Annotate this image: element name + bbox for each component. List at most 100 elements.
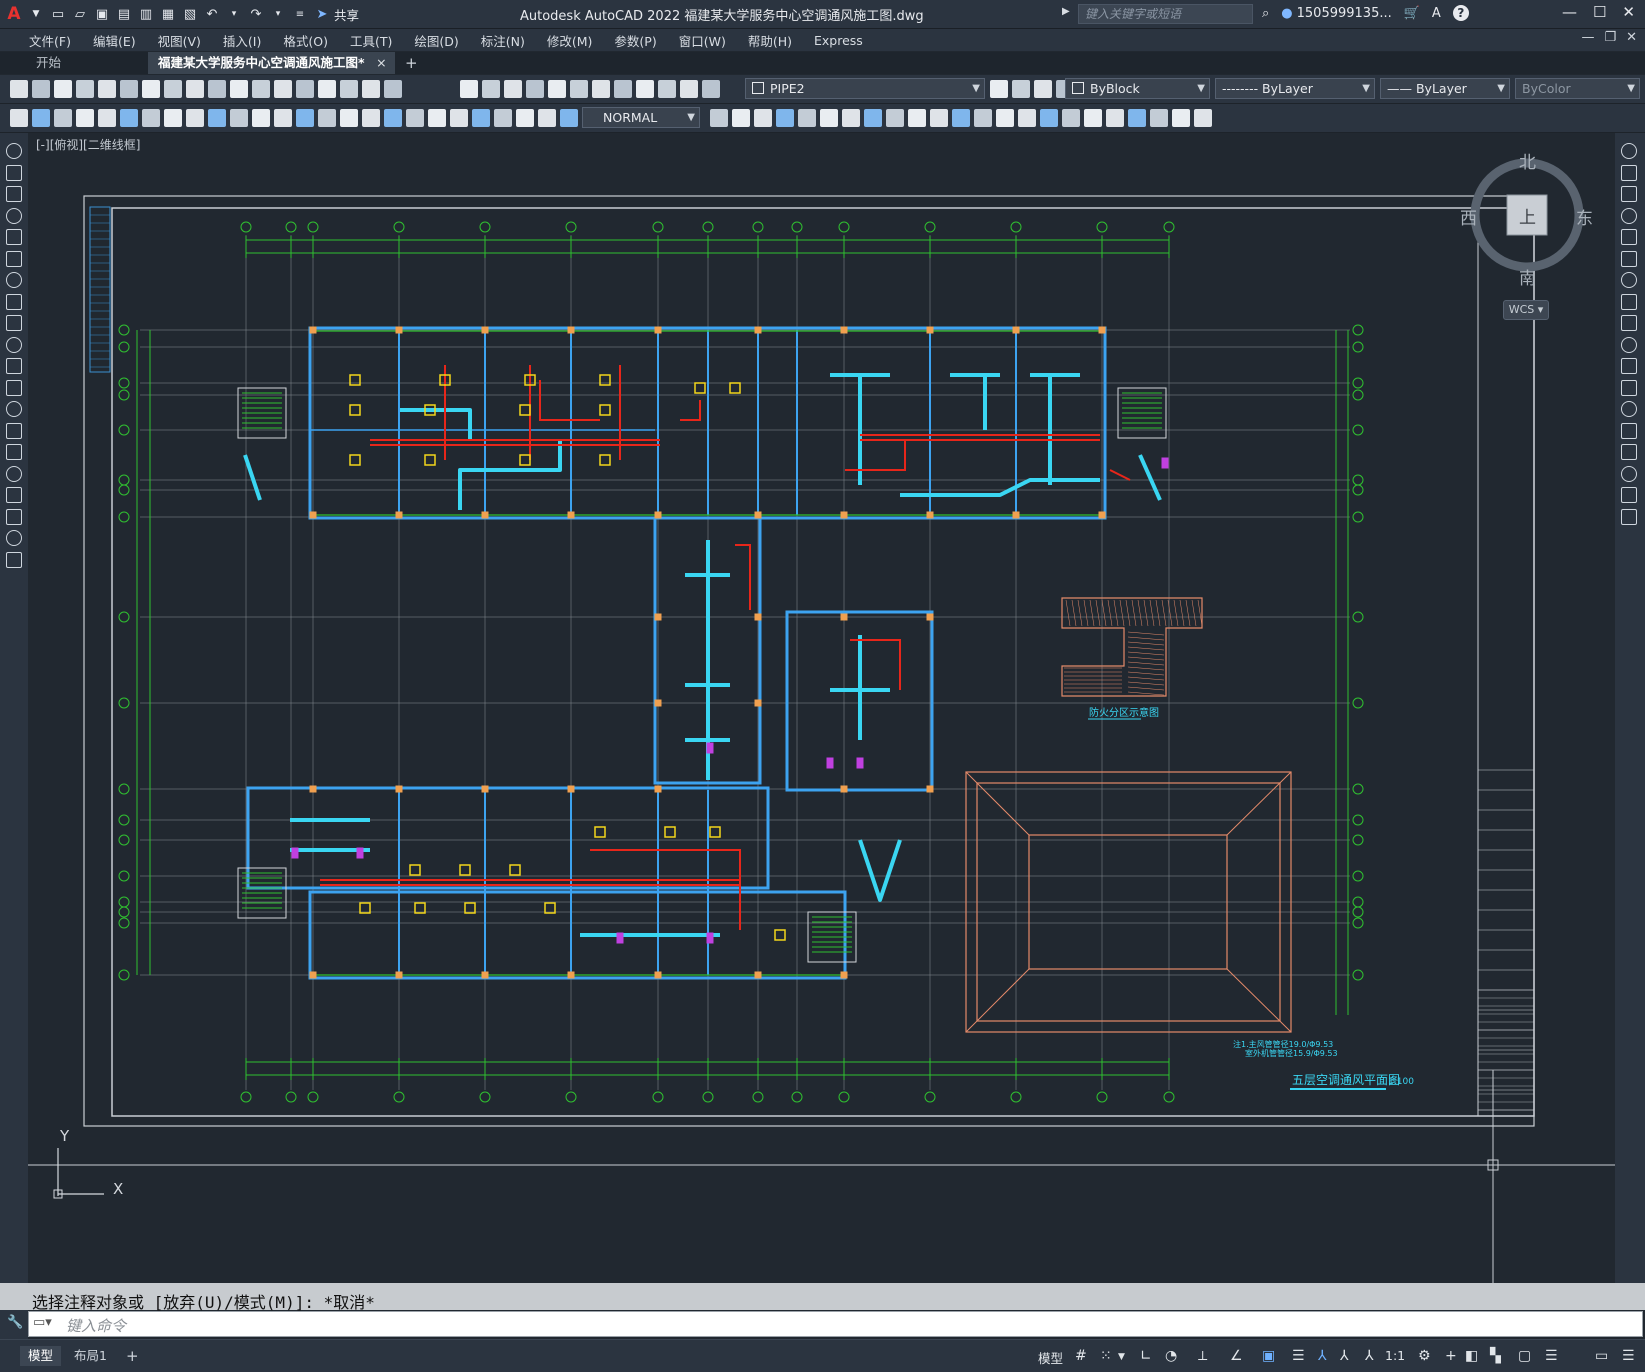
palette-tool-icon[interactable] bbox=[6, 336, 22, 353]
grid-icon[interactable]: # bbox=[1075, 1348, 1087, 1364]
compass-west[interactable]: 西 bbox=[1460, 204, 1477, 229]
toolbar-tool-icon[interactable] bbox=[864, 109, 882, 127]
palette-tool-icon[interactable] bbox=[1621, 186, 1637, 202]
palette-tool-icon[interactable] bbox=[6, 422, 22, 439]
palette-tool-icon[interactable] bbox=[1621, 250, 1637, 267]
autodesk-icon[interactable]: A bbox=[1432, 6, 1441, 21]
palette-tool-icon[interactable] bbox=[6, 207, 22, 224]
menu-modify[interactable]: 修改(M) bbox=[536, 31, 604, 50]
palette-tool-icon[interactable] bbox=[1621, 164, 1637, 181]
toolbar-tool-icon[interactable] bbox=[98, 80, 116, 98]
model-space-toggle[interactable]: 模型 bbox=[1038, 1348, 1063, 1367]
menu-format[interactable]: 格式(O) bbox=[272, 31, 339, 50]
toolbar-tool-icon[interactable] bbox=[54, 80, 72, 98]
toolbar-tool-icon[interactable] bbox=[798, 109, 816, 127]
menu-express[interactable]: Express bbox=[803, 33, 874, 48]
toolbar-tool-icon[interactable] bbox=[164, 109, 182, 127]
chevron-right-icon[interactable]: ▶ bbox=[1062, 6, 1070, 17]
palette-tool-icon[interactable] bbox=[6, 143, 22, 159]
object-snap-icon[interactable]: ▣ bbox=[1262, 1348, 1275, 1364]
chevron-down-icon[interactable]: ▼ bbox=[1118, 1352, 1125, 1362]
toolbar-tool-icon[interactable] bbox=[362, 109, 380, 127]
maximize-icon[interactable]: ☐ bbox=[1593, 3, 1606, 21]
toolbar-tool-icon[interactable] bbox=[908, 109, 926, 127]
search-icon[interactable]: ⌕ bbox=[1262, 6, 1269, 21]
wcs-menu[interactable]: WCS ▾ bbox=[1503, 300, 1549, 320]
palette-tool-icon[interactable] bbox=[1621, 422, 1637, 439]
toolbar-tool-icon[interactable] bbox=[516, 109, 534, 127]
viewcube-top-face[interactable]: 上 bbox=[1519, 203, 1536, 228]
close-tab-icon[interactable]: × bbox=[376, 52, 386, 74]
dimstyle-dropdown[interactable]: NORMAL ▼ bbox=[582, 107, 700, 128]
toolbar-tool-icon[interactable] bbox=[76, 109, 94, 127]
toolbar-tool-icon[interactable] bbox=[32, 109, 50, 127]
user-icon[interactable]: ● bbox=[1281, 6, 1292, 21]
app-menu-button[interactable]: A bbox=[4, 4, 24, 24]
toolbar-tool-icon[interactable] bbox=[164, 80, 182, 98]
menu-draw[interactable]: 绘图(D) bbox=[403, 31, 469, 50]
ortho-icon[interactable]: ∟ bbox=[1140, 1348, 1152, 1364]
redo-icon[interactable]: ↷ bbox=[246, 4, 266, 24]
new-tab-button[interactable]: + bbox=[395, 52, 428, 74]
annotation-visibility-icon[interactable]: ⅄ bbox=[1318, 1348, 1327, 1364]
close-icon[interactable]: ✕ bbox=[1622, 3, 1635, 21]
share-button[interactable]: 共享 bbox=[334, 5, 359, 24]
toolbar-tool-icon[interactable] bbox=[428, 109, 446, 127]
toolbar-tool-icon[interactable] bbox=[680, 80, 698, 98]
tab-active-drawing[interactable]: 福建某大学服务中心空调通风施工图* × bbox=[148, 52, 395, 74]
toolbar-tool-icon[interactable] bbox=[384, 80, 402, 98]
toolbar-tool-icon[interactable] bbox=[548, 80, 566, 98]
palette-tool-icon[interactable] bbox=[6, 293, 22, 310]
toolbar-tool-icon[interactable] bbox=[930, 109, 948, 127]
toolbar-tool-icon[interactable] bbox=[54, 109, 72, 127]
toolbar-tool-icon[interactable] bbox=[208, 80, 226, 98]
compass-south[interactable]: 南 bbox=[1519, 264, 1536, 289]
menu-edit[interactable]: 编辑(E) bbox=[82, 31, 147, 50]
chevron-down-icon[interactable]: ▼ bbox=[26, 4, 46, 24]
lineweight-dropdown[interactable]: —— ByLayer ▼ bbox=[1380, 78, 1510, 99]
palette-tool-icon[interactable] bbox=[1621, 336, 1637, 353]
toolbar-tool-icon[interactable] bbox=[538, 109, 556, 127]
menu-help[interactable]: 帮助(H) bbox=[737, 31, 803, 50]
toolbar-tool-icon[interactable] bbox=[1128, 109, 1146, 127]
palette-tool-icon[interactable] bbox=[6, 508, 22, 525]
compass-east[interactable]: 东 bbox=[1576, 204, 1593, 229]
toolbar-tool-icon[interactable] bbox=[1150, 109, 1168, 127]
toolbar-tool-icon[interactable] bbox=[732, 109, 750, 127]
help-icon[interactable]: ? bbox=[1452, 5, 1469, 21]
palette-tool-icon[interactable] bbox=[6, 272, 22, 288]
toolbar-tool-icon[interactable] bbox=[526, 80, 544, 98]
palette-tool-icon[interactable] bbox=[6, 487, 22, 503]
toolbar-tool-icon[interactable] bbox=[450, 109, 468, 127]
toolbar-tool-icon[interactable] bbox=[560, 109, 578, 127]
toolbar-tool-icon[interactable] bbox=[974, 109, 992, 127]
toolbar-tool-icon[interactable] bbox=[1034, 80, 1052, 98]
compass-north[interactable]: 北 bbox=[1519, 148, 1536, 173]
chevron-down-icon[interactable]: ▾ bbox=[268, 4, 288, 24]
palette-tool-icon[interactable] bbox=[6, 250, 22, 267]
viewport-controls-label[interactable]: [-][俯视][二维线框] bbox=[36, 136, 140, 153]
save-icon[interactable]: ▣ bbox=[92, 4, 112, 24]
toolbar-tool-icon[interactable] bbox=[186, 80, 204, 98]
menu-parametric[interactable]: 参数(P) bbox=[603, 31, 667, 50]
toolbar-tool-icon[interactable] bbox=[142, 80, 160, 98]
toolbar-tool-icon[interactable] bbox=[592, 80, 610, 98]
toolbar-tool-icon[interactable] bbox=[482, 80, 500, 98]
isodraft-icon[interactable]: ⟂ bbox=[1198, 1348, 1207, 1364]
menu-tools[interactable]: 工具(T) bbox=[339, 31, 403, 50]
toolbar-tool-icon[interactable] bbox=[1040, 109, 1058, 127]
doc-restore-icon[interactable]: ❐ bbox=[1604, 30, 1616, 45]
open-folder-icon[interactable]: ▱ bbox=[70, 4, 90, 24]
save-as-icon[interactable]: ▤ bbox=[114, 4, 134, 24]
palette-tool-icon[interactable] bbox=[6, 551, 22, 568]
export-icon[interactable]: ▦ bbox=[158, 4, 178, 24]
toolbar-tool-icon[interactable] bbox=[820, 109, 838, 127]
toolbar-tool-icon[interactable] bbox=[252, 80, 270, 98]
color-dropdown[interactable]: ByBlock ▼ bbox=[1065, 78, 1210, 99]
toolbar-tool-icon[interactable] bbox=[1172, 109, 1190, 127]
toolbar-tool-icon[interactable] bbox=[614, 80, 632, 98]
palette-tool-icon[interactable] bbox=[6, 401, 22, 417]
palette-tool-icon[interactable] bbox=[1621, 272, 1637, 288]
customize-status-icon[interactable]: ☰ bbox=[1545, 1348, 1558, 1364]
palette-tool-icon[interactable] bbox=[6, 358, 22, 374]
